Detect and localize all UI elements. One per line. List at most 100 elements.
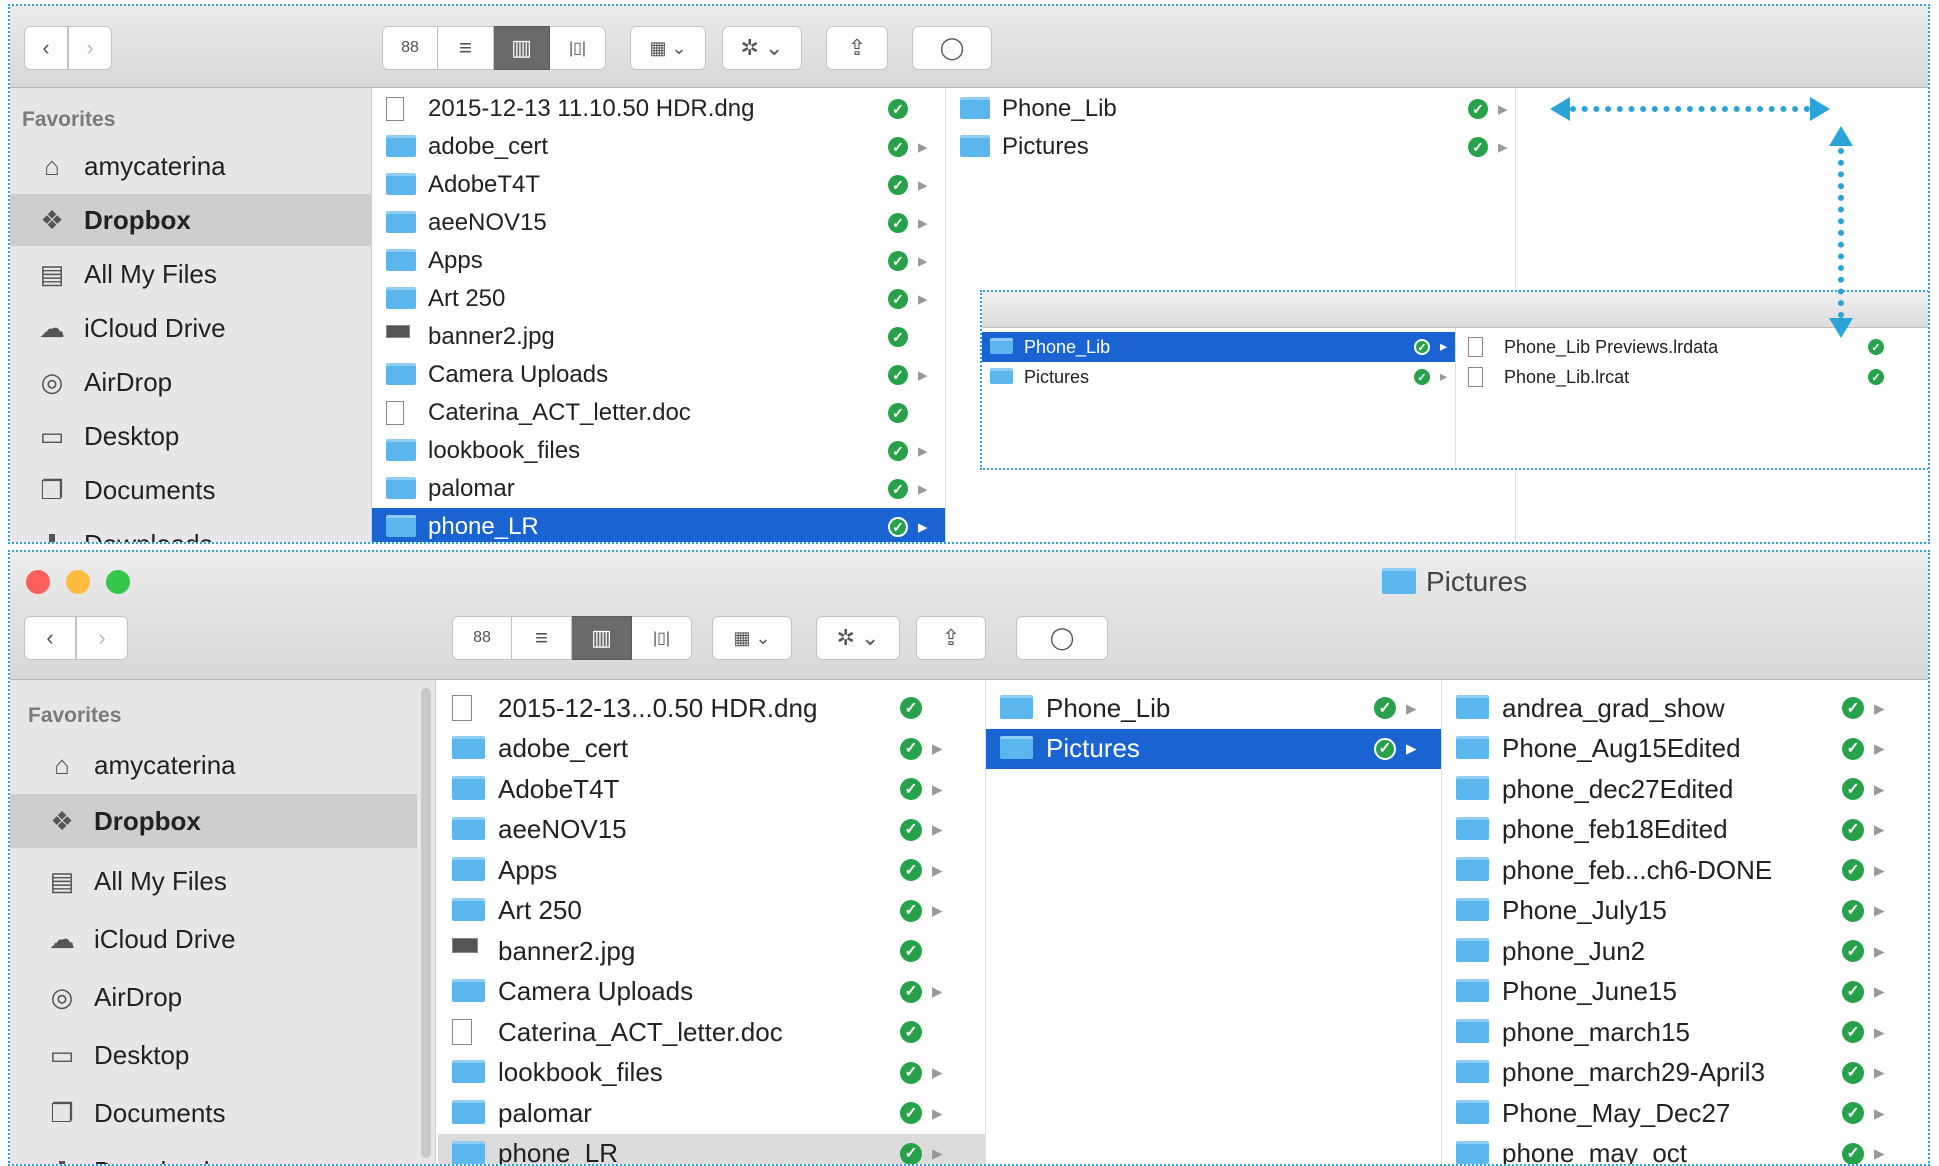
sidebar-item-desktop[interactable]: ▭ Desktop <box>10 410 371 462</box>
back-button[interactable]: ‹ <box>24 616 76 660</box>
list-item[interactable]: lookbook_files ✓ ▸ <box>372 432 945 470</box>
list-item[interactable]: Phone_Lib ✓ ▸ <box>982 332 1455 362</box>
minimize-window-button[interactable] <box>66 570 90 594</box>
desktop-icon: ▭ <box>39 420 65 451</box>
list-view-button[interactable]: ≡ <box>512 616 572 660</box>
sidebar-item-desktop[interactable]: ▭ Desktop <box>10 1026 417 1084</box>
list-item[interactable]: Camera Uploads ✓ ▸ <box>372 356 945 394</box>
list-item[interactable]: aeeNOV15 ✓ ▸ <box>372 204 945 242</box>
list-item[interactable]: phone_dec27Edited ✓ ▸ <box>1442 769 1928 810</box>
list-item[interactable]: lookbook_files ✓ ▸ <box>438 1053 985 1094</box>
list-item[interactable]: phone_Jun2 ✓ ▸ <box>1442 931 1928 972</box>
folder-icon <box>386 135 416 157</box>
list-item[interactable]: Apps ✓ ▸ <box>372 242 945 280</box>
synced-check-icon: ✓ <box>900 980 922 1003</box>
sidebar-item-dropbox[interactable]: ❖ Dropbox <box>10 194 371 246</box>
list-item[interactable]: Phone_Aug15Edited ✓ ▸ <box>1442 729 1928 770</box>
tag-button[interactable]: ◯ <box>1016 616 1108 660</box>
list-item[interactable]: phone_may_oct ✓ ▸ <box>1442 1134 1928 1164</box>
share-button[interactable]: ⇪ <box>916 616 986 660</box>
list-item[interactable]: 2015-12-13...0.50 HDR.dng ✓ <box>438 688 985 729</box>
sidebar-item-airdrop[interactable]: ◎ AirDrop <box>10 968 417 1026</box>
zoom-window-button[interactable] <box>106 570 130 594</box>
share-button[interactable]: ⇪ <box>826 26 888 70</box>
sidebar-item-documents[interactable]: ❐ Documents <box>10 1084 417 1142</box>
icon-view-button[interactable]: 88 <box>452 616 512 660</box>
list-item[interactable]: Caterina_ACT_letter.doc ✓ <box>372 394 945 432</box>
synced-check-icon: ✓ <box>1842 1021 1864 1044</box>
list-item[interactable]: banner2.jpg ✓ <box>372 318 945 356</box>
list-item[interactable]: Pictures ✓ ▸ <box>982 362 1455 392</box>
list-item[interactable]: phone_feb...ch6-DONE ✓ ▸ <box>1442 850 1928 891</box>
sidebar-item-all-my-files[interactable]: ▤ All My Files <box>10 852 417 910</box>
sidebar-item-amycaterina[interactable]: ⌂ amycaterina <box>10 736 417 794</box>
sidebar-scrollbar[interactable] <box>421 688 431 1158</box>
list-item[interactable]: Phone_May_Dec27 ✓ ▸ <box>1442 1093 1928 1134</box>
gallery-view-button[interactable]: |▯| <box>632 616 692 660</box>
tag-button[interactable]: ◯ <box>912 26 992 70</box>
sidebar-item-downloads[interactable]: ⬇Downloads <box>10 1142 417 1165</box>
sidebar-item-icloud-drive[interactable]: ☁ iCloud Drive <box>10 302 371 354</box>
list-item[interactable]: phone_march15 ✓ ▸ <box>1442 1012 1928 1053</box>
sidebar-item-amycaterina[interactable]: ⌂ amycaterina <box>10 140 371 192</box>
list-item[interactable]: Caterina_ACT_letter.doc ✓ <box>438 1012 985 1053</box>
list-item[interactable]: AdobeT4T ✓ ▸ <box>438 769 985 810</box>
synced-check-icon: ✓ <box>1842 940 1864 963</box>
list-item[interactable]: adobe_cert ✓ ▸ <box>438 729 985 770</box>
list-item[interactable]: palomar ✓ ▸ <box>438 1093 985 1134</box>
action-button[interactable]: ✲ ⌄ <box>722 26 802 70</box>
list-item[interactable]: Phone_Lib ✓ ▸ <box>986 688 1441 729</box>
sidebar-item-icloud-drive[interactable]: ☁ iCloud Drive <box>10 910 417 968</box>
list-item[interactable]: andrea_grad_show ✓ ▸ <box>1442 688 1928 729</box>
list-item[interactable]: phone_LR ✓ ▸ <box>372 508 945 542</box>
list-item[interactable]: Phone_June15 ✓ ▸ <box>1442 972 1928 1013</box>
column-view-button[interactable]: ▥ <box>572 616 632 660</box>
sidebar-item-all-my-files[interactable]: ▤ All My Files <box>10 248 371 300</box>
list-item[interactable]: phone_march29-April3 ✓ ▸ <box>1442 1053 1928 1094</box>
sidebar-item-dropbox[interactable]: ❖ Dropbox <box>10 794 417 848</box>
list-item[interactable]: Phone_Lib.lrcat ✓ <box>1456 362 1928 392</box>
file-name: Pictures <box>1024 366 1090 387</box>
list-item[interactable]: Art 250 ✓ ▸ <box>372 280 945 318</box>
icon-view-button[interactable]: 88 <box>382 26 438 70</box>
sidebar-item-documents[interactable]: ❐ Documents <box>10 464 371 516</box>
sidebar-item-airdrop[interactable]: ◎ AirDrop <box>10 356 371 408</box>
list-item[interactable]: 2015-12-13 11.10.50 HDR.dng ✓ <box>372 90 945 128</box>
disclosure-arrow-icon: ▸ <box>1874 696 1885 720</box>
list-item[interactable]: Phone_Lib ✓ ▸ <box>946 90 1515 128</box>
folder-icon <box>990 338 1013 355</box>
folder-icon <box>1456 1059 1489 1084</box>
synced-check-icon: ✓ <box>888 365 908 385</box>
list-item[interactable]: Phone_July15 ✓ ▸ <box>1442 891 1928 932</box>
list-item[interactable]: Pictures ✓ ▸ <box>986 728 1441 769</box>
list-item[interactable]: Apps ✓ ▸ <box>438 850 985 891</box>
list-item[interactable]: Pictures ✓ ▸ <box>946 128 1515 166</box>
list-item[interactable]: phone_feb18Edited ✓ ▸ <box>1442 810 1928 851</box>
file-name: 2015-12-13 11.10.50 HDR.dng <box>428 95 755 122</box>
list-item[interactable]: aeeNOV15 ✓ ▸ <box>438 810 985 851</box>
arrange-button[interactable]: ▦ ⌄ <box>712 616 792 660</box>
list-item[interactable]: Camera Uploads ✓ ▸ <box>438 972 985 1013</box>
column-view-button[interactable]: ▥ <box>494 26 550 70</box>
list-item[interactable]: adobe_cert ✓ ▸ <box>372 128 945 166</box>
list-item[interactable]: banner2.jpg ✓ <box>438 931 985 972</box>
list-item[interactable]: Art 250 ✓ ▸ <box>438 891 985 932</box>
forward-button[interactable]: › <box>76 616 128 660</box>
close-window-button[interactable] <box>26 570 50 594</box>
back-button[interactable]: ‹ <box>24 26 68 70</box>
list-item[interactable]: Phone_Lib Previews.lrdata ✓ <box>1456 332 1928 362</box>
list-item[interactable]: AdobeT4T ✓ ▸ <box>372 166 945 204</box>
dropbox-icon: ❖ <box>50 805 74 836</box>
synced-check-icon: ✓ <box>1374 737 1396 760</box>
arrange-button[interactable]: ▦ ⌄ <box>630 26 706 70</box>
folder-icon <box>1456 735 1489 760</box>
file-name: phone_LR <box>428 513 539 540</box>
sidebar-item-downloads[interactable]: ⬇Downloads <box>10 518 371 543</box>
action-button[interactable]: ✲ ⌄ <box>816 616 900 660</box>
gallery-view-button[interactable]: |▯| <box>550 26 606 70</box>
list-item[interactable]: phone_LR ✓ ▸ <box>438 1133 985 1164</box>
disclosure-arrow-icon: ▸ <box>918 365 928 386</box>
forward-button[interactable]: › <box>68 26 112 70</box>
list-item[interactable]: palomar ✓ ▸ <box>372 470 945 508</box>
list-view-button[interactable]: ≡ <box>438 26 494 70</box>
